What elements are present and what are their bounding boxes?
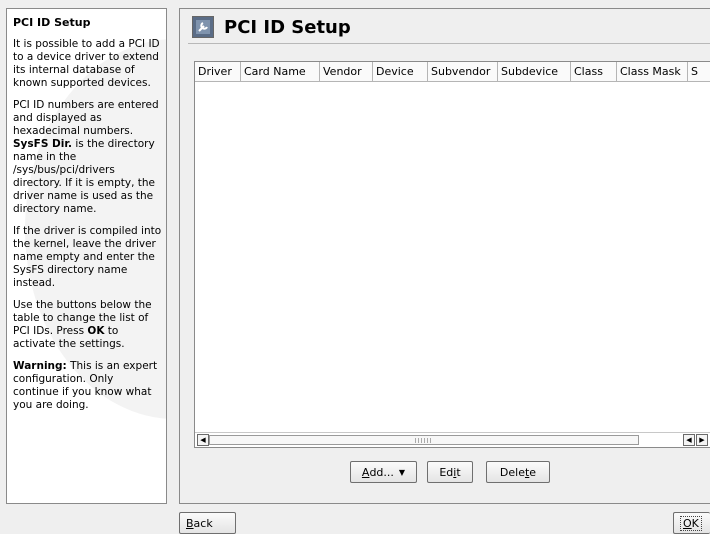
column-header-device[interactable]: Device (373, 62, 428, 82)
table-header: Driver Card Name Vendor Device Subvendor… (195, 62, 710, 82)
help-title: PCI ID Setup (13, 16, 91, 29)
help-panel: PCI ID Setup It is possible to add a PCI… (6, 8, 167, 504)
pci-id-table[interactable]: Driver Card Name Vendor Device Subvendor… (194, 61, 710, 448)
dropdown-arrow-icon: ▼ (398, 467, 406, 477)
add-button[interactable]: Add... ▼ (350, 461, 417, 483)
column-header-class-mask[interactable]: Class Mask (617, 62, 688, 82)
column-header-subdevice[interactable]: Subdevice (498, 62, 571, 82)
page-title: PCI ID Setup (224, 16, 351, 38)
wrench-icon (192, 16, 214, 38)
edit-button[interactable]: Ed i t (427, 461, 473, 483)
help-text: PCI ID numbers are entered and displayed… (13, 99, 159, 137)
help-paragraph-kernel: If the driver is compiled into the kerne… (13, 225, 162, 289)
back-label: ack (193, 516, 213, 530)
column-header-subvendor[interactable]: Subvendor (428, 62, 498, 82)
scroll-left-icon[interactable]: ◀ (683, 434, 695, 446)
column-header-card-name[interactable]: Card Name (241, 62, 320, 82)
column-header-vendor[interactable]: Vendor (320, 62, 373, 82)
horizontal-scrollbar[interactable]: ◀ ◀ ▶ (195, 432, 710, 447)
edit-label: Ed (439, 465, 454, 479)
column-header-class[interactable]: Class (571, 62, 617, 82)
scroll-right-icon[interactable]: ▶ (696, 434, 708, 446)
back-mnemonic: B (186, 516, 194, 530)
scrollbar-track[interactable] (209, 435, 639, 445)
title-row: PCI ID Setup (192, 15, 351, 39)
add-label: dd... (369, 465, 394, 479)
delete-label: e (529, 465, 537, 479)
help-bold-text: Warning: (13, 360, 67, 372)
help-paragraph-intro: It is possible to add a PCI ID to a devi… (13, 38, 160, 89)
help-bold-text: SysFS Dir. (13, 138, 73, 150)
scroll-left-icon[interactable]: ◀ (197, 434, 209, 446)
main-panel: PCI ID Setup Driver Card Name Vendor Dev… (179, 8, 710, 504)
column-header-sysfs-dir[interactable]: S (688, 62, 710, 82)
help-paragraph-warning: Warning: This is an expert configuration… (13, 360, 162, 412)
help-paragraph-hex: PCI ID numbers are entered and displayed… (13, 99, 162, 216)
ok-mnemonic: O (683, 516, 692, 530)
ok-label: K (691, 516, 699, 530)
title-divider (188, 43, 710, 44)
help-bold-text: OK (87, 325, 105, 337)
edit-label: t (456, 465, 461, 479)
back-button[interactable]: Back (179, 512, 236, 534)
scrollbar-grip[interactable] (415, 438, 434, 443)
column-header-driver[interactable]: Driver (195, 62, 241, 82)
ok-focus-ring: OK (680, 515, 702, 531)
ok-button[interactable]: OK (673, 512, 710, 534)
delete-label: Dele (499, 465, 525, 479)
add-mnemonic: A (361, 465, 370, 479)
help-paragraph-buttons: Use the buttons below the table to chang… (13, 299, 162, 351)
help-text: Use the buttons below the table to chang… (13, 299, 152, 337)
delete-button[interactable]: Dele t e (486, 461, 550, 483)
